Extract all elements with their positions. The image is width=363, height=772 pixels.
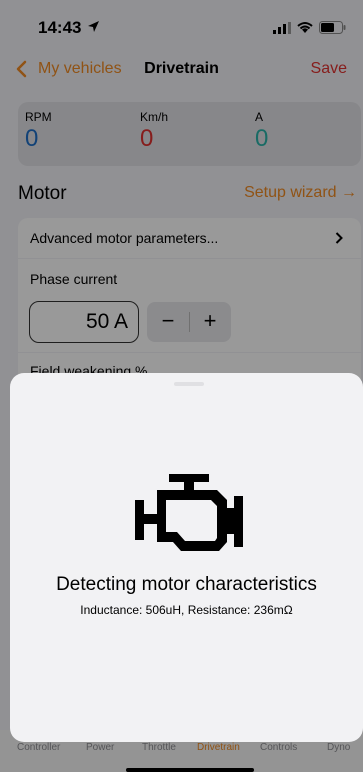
engine-icon [135, 474, 243, 551]
sheet-grabber[interactable] [174, 382, 204, 386]
detection-title: Detecting motor characteristics [56, 574, 317, 595]
detection-result: Inductance: 506uH, Resistance: 236mΩ [80, 603, 293, 617]
detection-sheet: Detecting motor characteristics Inductan… [10, 373, 363, 742]
